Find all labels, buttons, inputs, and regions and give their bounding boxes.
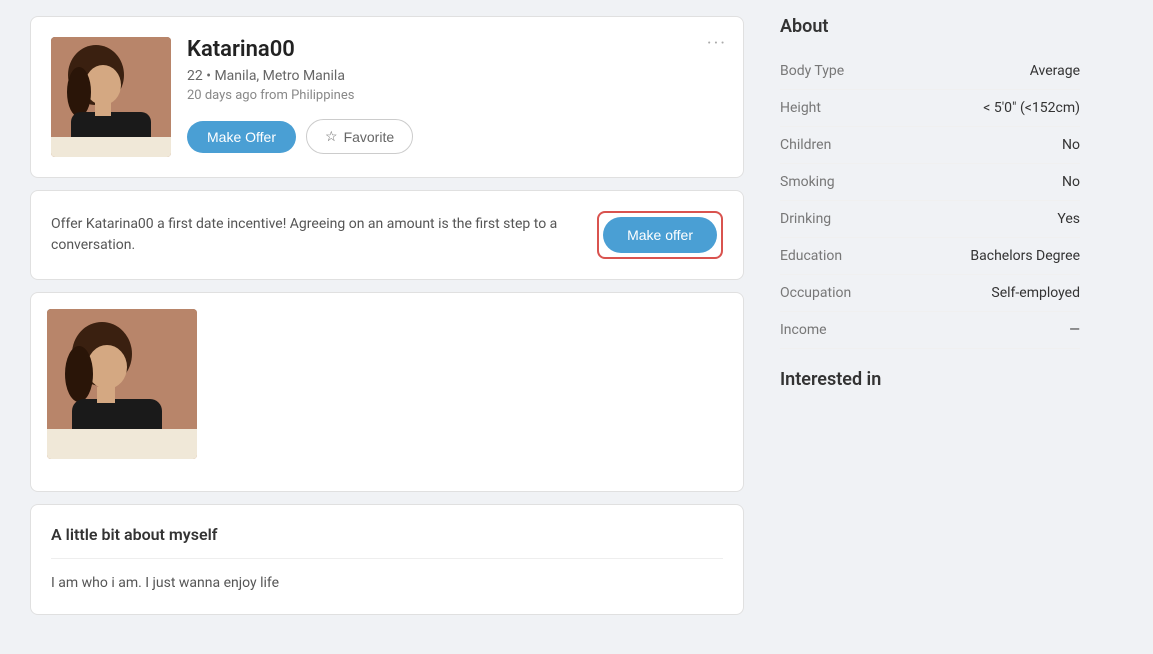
sidebar-row: Drinking Yes bbox=[780, 201, 1080, 238]
sidebar-row-value: Bachelors Degree bbox=[970, 248, 1080, 264]
about-section-title: About bbox=[780, 16, 1080, 37]
sidebar-row: Smoking No bbox=[780, 164, 1080, 201]
sidebar-row-label: Body Type bbox=[780, 63, 844, 79]
make-offer-button[interactable]: Make Offer bbox=[187, 121, 296, 153]
sidebar-row: Children No bbox=[780, 127, 1080, 164]
profile-time: 20 days ago from Philippines bbox=[187, 88, 723, 103]
about-title: A little bit about myself bbox=[51, 525, 723, 544]
about-bio: I am who i am. I just wanna enjoy life bbox=[51, 573, 723, 594]
profile-card: Katarina00 22 • Manila, Metro Manila 20 … bbox=[30, 16, 744, 178]
profile-info: Katarina00 22 • Manila, Metro Manila 20 … bbox=[187, 37, 723, 154]
sidebar-rows: Body Type Average Height < 5'0" (<152cm) Chi… bbox=[780, 53, 1080, 349]
profile-meta: 22 • Manila, Metro Manila bbox=[187, 68, 723, 84]
favorite-button[interactable]: ☆ Favorite bbox=[306, 119, 413, 154]
sidebar: About Body Type Average Height < 5'0" (<152… bbox=[760, 0, 1100, 654]
profile-name: Katarina00 bbox=[187, 37, 723, 62]
photo-gallery-card bbox=[30, 292, 744, 492]
offer-banner: Offer Katarina00 a first date incentive!… bbox=[30, 190, 744, 280]
offer-banner-text: Offer Katarina00 a first date incentive!… bbox=[51, 214, 581, 256]
sidebar-row-value: Self-employed bbox=[991, 285, 1080, 301]
sidebar-row-value: No bbox=[1062, 137, 1080, 153]
avatar-image bbox=[51, 37, 171, 157]
sidebar-row-value: Yes bbox=[1057, 211, 1080, 227]
sidebar-row-value: Average bbox=[1030, 63, 1080, 79]
sidebar-row-label: Education bbox=[780, 248, 842, 264]
sidebar-row: Height < 5'0" (<152cm) bbox=[780, 90, 1080, 127]
sidebar-row-label: Income bbox=[780, 322, 827, 338]
sidebar-row-value: < 5'0" (<152cm) bbox=[983, 100, 1080, 116]
sidebar-row: Body Type Average bbox=[780, 53, 1080, 90]
interested-in-title: Interested in bbox=[780, 369, 1080, 390]
photo-grid bbox=[47, 309, 727, 459]
offer-button-wrapper: Make offer bbox=[597, 211, 723, 259]
about-card: A little bit about myself I am who i am.… bbox=[30, 504, 744, 615]
sidebar-row-value: No bbox=[1062, 174, 1080, 190]
sidebar-row: Education Bachelors Degree bbox=[780, 238, 1080, 275]
main-content: Katarina00 22 • Manila, Metro Manila 20 … bbox=[0, 0, 760, 654]
profile-avatar bbox=[51, 37, 171, 157]
about-divider bbox=[51, 558, 723, 559]
sidebar-row-label: Children bbox=[780, 137, 831, 153]
sidebar-row-label: Smoking bbox=[780, 174, 835, 190]
photo-thumbnail[interactable] bbox=[47, 309, 197, 459]
photo-image bbox=[47, 309, 197, 459]
sidebar-row-label: Drinking bbox=[780, 211, 831, 227]
more-options-button[interactable]: ··· bbox=[707, 33, 727, 54]
sidebar-row: Occupation Self-employed bbox=[780, 275, 1080, 312]
sidebar-row: Income — bbox=[780, 312, 1080, 349]
sidebar-row-value: — bbox=[1069, 322, 1080, 338]
profile-actions: Make Offer ☆ Favorite bbox=[187, 119, 723, 154]
star-icon: ☆ bbox=[325, 128, 338, 145]
sidebar-row-label: Occupation bbox=[780, 285, 851, 301]
make-offer-secondary-button[interactable]: Make offer bbox=[603, 217, 717, 253]
sidebar-row-label: Height bbox=[780, 100, 821, 116]
